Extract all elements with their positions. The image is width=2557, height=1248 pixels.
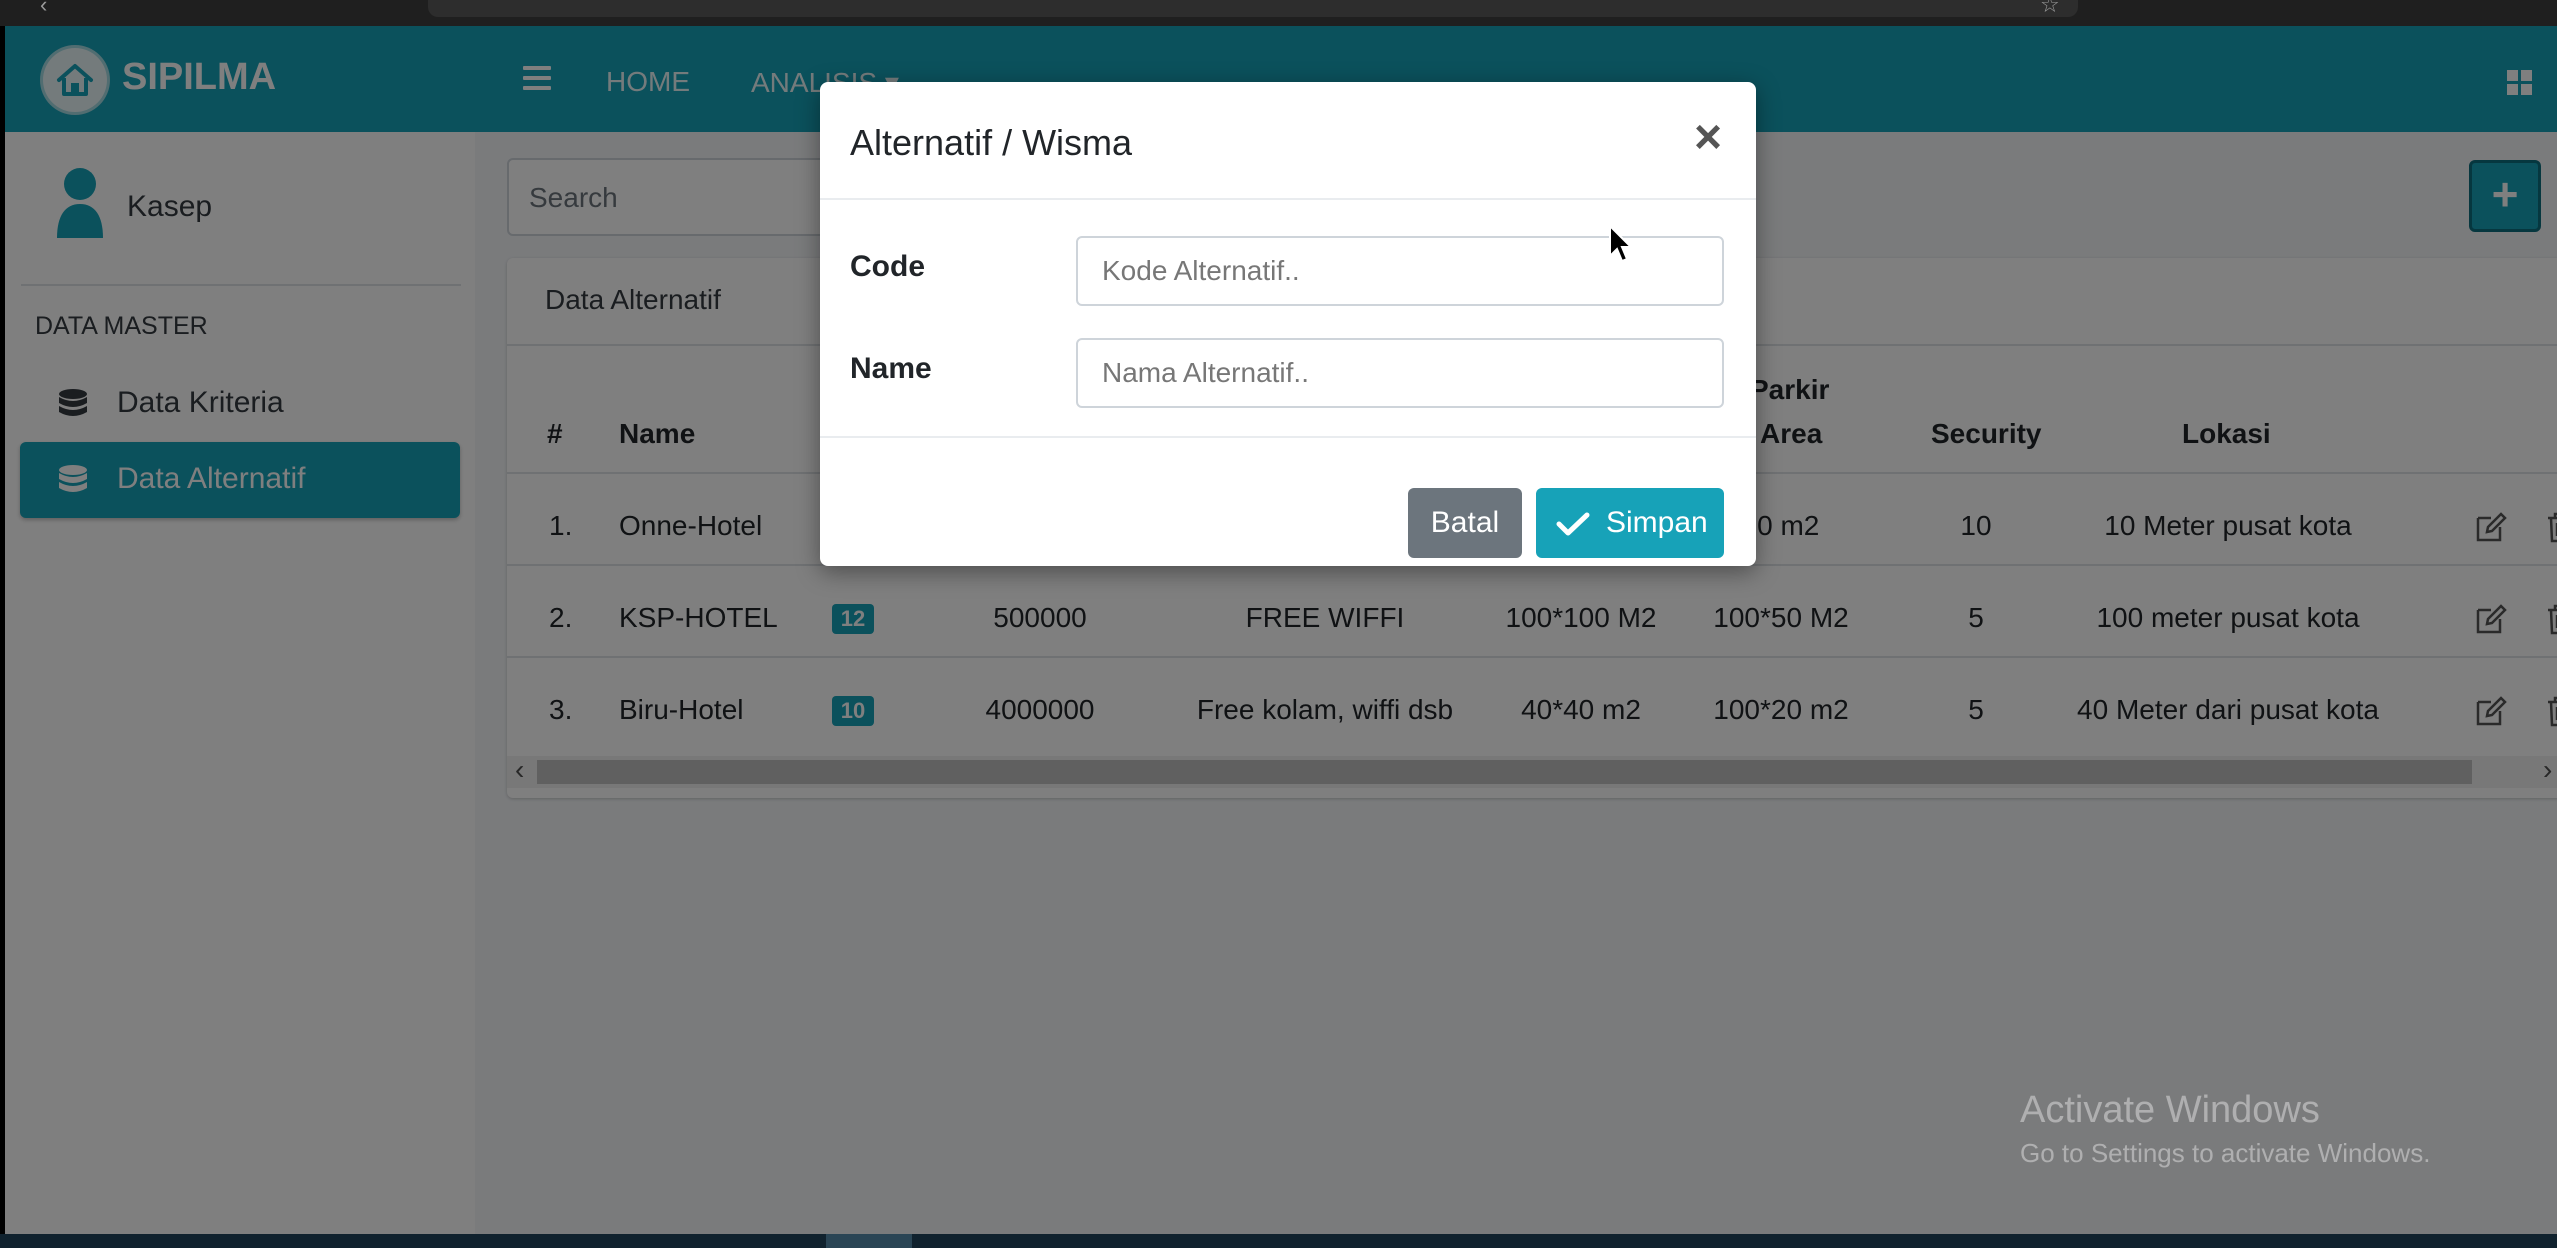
mouse-cursor-icon	[1609, 224, 1632, 263]
name-input[interactable]	[1076, 338, 1724, 408]
modal-header: Alternatif / Wisma ×	[820, 82, 1756, 200]
modal-footer-divider	[820, 436, 1756, 438]
activate-windows-subtitle: Go to Settings to activate Windows.	[2020, 1138, 2431, 1168]
modal-title: Alternatif / Wisma	[850, 122, 1133, 163]
save-button[interactable]: Simpan	[1536, 488, 1724, 558]
alternatif-modal: Alternatif / Wisma × Code Name Batal Sim…	[820, 82, 1756, 566]
code-label: Code	[850, 250, 925, 283]
address-bar[interactable]	[428, 0, 2078, 17]
os-taskbar	[0, 1234, 2557, 1248]
cancel-button[interactable]: Batal	[1408, 488, 1522, 558]
save-button-label: Simpan	[1606, 506, 1708, 539]
app-window: SIPILMA Kasep DATA MASTER Data Kriteria	[5, 26, 2557, 1234]
name-label: Name	[850, 352, 932, 385]
browser-toolbar: ‹ ☆	[0, 0, 2557, 26]
taskbar-active-app[interactable]	[826, 1234, 912, 1248]
bookmark-icon[interactable]: ☆	[2040, 0, 2060, 16]
activate-windows-title: Activate Windows	[2020, 1089, 2320, 1131]
check-icon	[1556, 512, 1590, 536]
back-icon[interactable]: ‹	[40, 0, 47, 16]
close-icon[interactable]: ×	[1694, 114, 1722, 162]
